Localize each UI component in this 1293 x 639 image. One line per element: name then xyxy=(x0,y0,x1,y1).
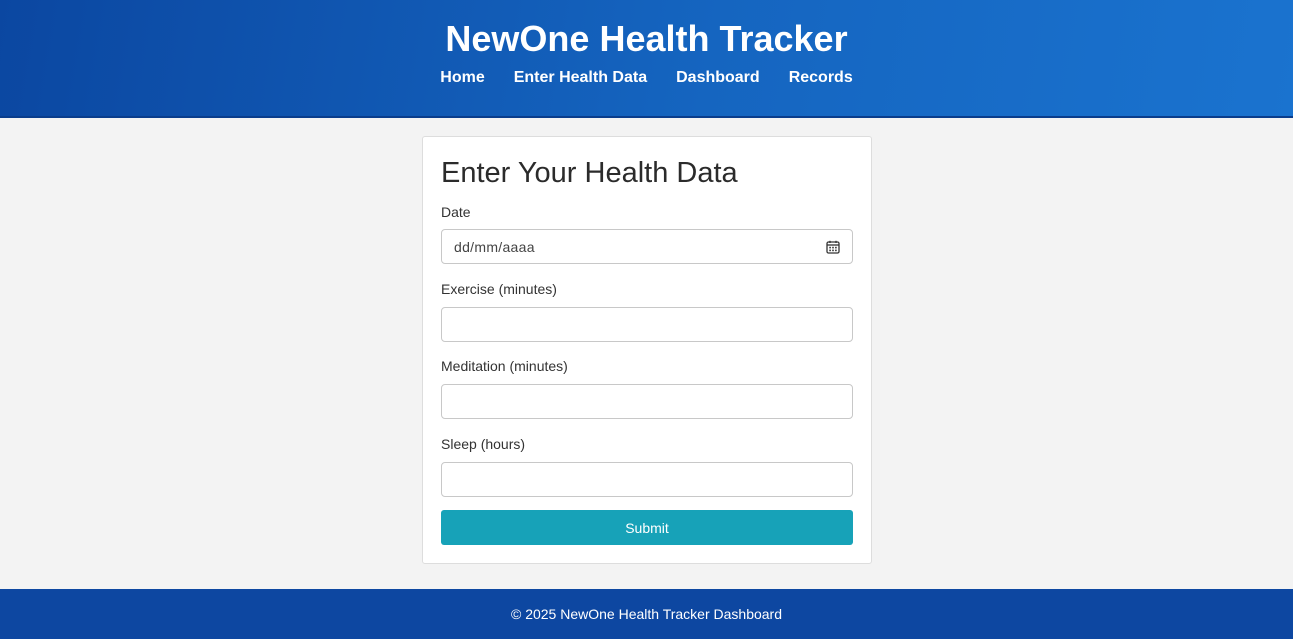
nav-link-enter-health-data[interactable]: Enter Health Data xyxy=(514,68,647,88)
site-title: NewOne Health Tracker xyxy=(445,18,848,59)
date-placeholder: dd/mm/aaaa xyxy=(454,238,535,255)
nav-link-dashboard[interactable]: Dashboard xyxy=(676,68,760,88)
exercise-input[interactable] xyxy=(441,307,853,342)
site-footer: © 2025 NewOne Health Tracker Dashboard xyxy=(0,589,1293,639)
main-nav: Home Enter Health Data Dashboard Records xyxy=(0,68,1293,88)
calendar-icon[interactable] xyxy=(826,240,840,254)
nav-link-home[interactable]: Home xyxy=(440,68,484,88)
footer-copyright: © 2025 NewOne Health Tracker Dashboard xyxy=(510,606,782,622)
health-data-form-card: Enter Your Health Data Date dd/mm/aaaa E… xyxy=(422,136,872,564)
submit-button[interactable]: Submit xyxy=(441,510,853,545)
nav-link-records[interactable]: Records xyxy=(789,68,853,88)
sleep-label: Sleep (hours) xyxy=(441,436,526,452)
sleep-input[interactable] xyxy=(441,462,853,497)
exercise-label: Exercise (minutes) xyxy=(441,281,557,297)
date-label: Date xyxy=(441,204,471,220)
meditation-input[interactable] xyxy=(441,384,853,419)
date-field[interactable]: dd/mm/aaaa xyxy=(441,229,853,264)
meditation-label: Meditation (minutes) xyxy=(441,358,568,374)
form-title: Enter Your Health Data xyxy=(441,157,738,189)
site-header: NewOne Health Tracker Home Enter Health … xyxy=(0,0,1293,118)
